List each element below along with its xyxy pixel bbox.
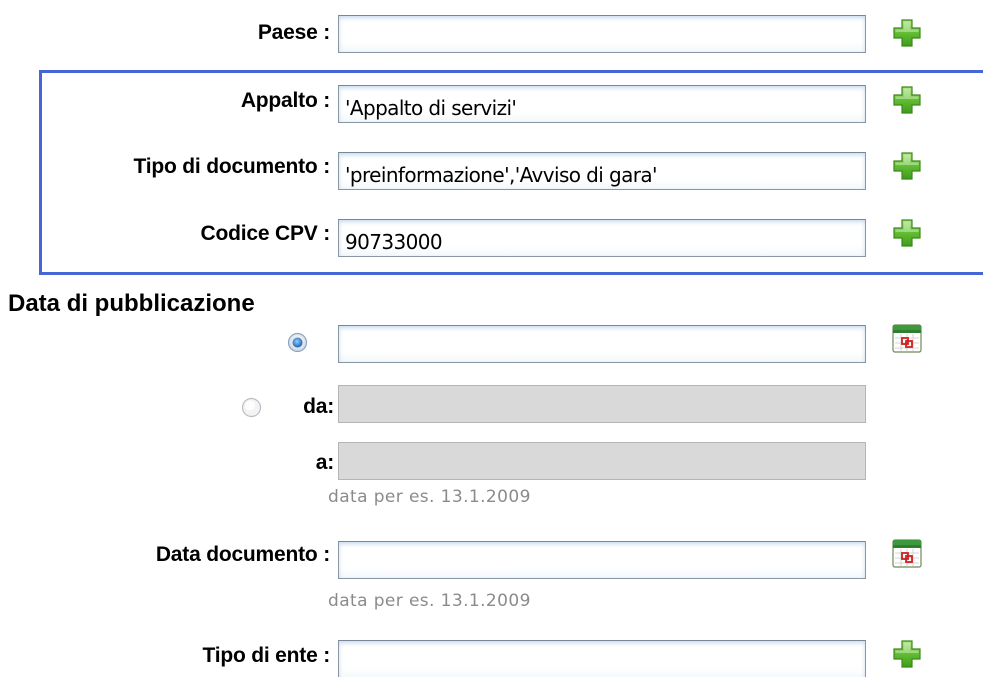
tipo-documento-input[interactable]: 'preinformazione','Avviso di gara' (338, 152, 866, 190)
tipo-ente-add-plus-icon[interactable] (891, 638, 923, 670)
pubblicazione-range-radio[interactable] (241, 397, 262, 418)
appalto-label: Appalto : (240, 89, 330, 112)
codice-cpv-input[interactable]: 90733000 (338, 219, 866, 257)
range-from-input[interactable] (338, 385, 866, 423)
range-from-label: da: (303, 395, 334, 418)
pubblicazione-date-input[interactable] (338, 325, 866, 363)
appalto-input[interactable]: 'Appalto di servizi' (338, 85, 866, 123)
paese-label: Paese : (257, 21, 330, 44)
tipo-documento-add-plus-icon[interactable] (891, 150, 923, 182)
data-documento-input[interactable] (338, 541, 866, 579)
paese-add-plus-icon[interactable] (891, 17, 923, 49)
tipo-ente-input[interactable] (338, 640, 866, 677)
pubblicazione-calendar-icon[interactable] (891, 322, 923, 354)
tipo-documento-label: Tipo di documento : (133, 155, 331, 178)
paese-input[interactable] (338, 15, 866, 53)
pubblicazione-date-hint: data per es. 13.1.2009 (328, 487, 531, 507)
data-documento-hint: data per es. 13.1.2009 (328, 591, 531, 611)
range-to-label: a: (315, 451, 334, 474)
appalto-add-plus-icon[interactable] (891, 84, 923, 116)
data-pubblicazione-heading: Data di pubblicazione (8, 290, 255, 317)
data-documento-label: Data documento : (155, 543, 330, 566)
tipo-ente-label: Tipo di ente : (202, 644, 331, 667)
pubblicazione-single-date-radio[interactable] (287, 332, 308, 353)
codice-cpv-add-plus-icon[interactable] (891, 217, 923, 249)
codice-cpv-label: Codice CPV : (200, 222, 331, 245)
data-documento-calendar-icon[interactable] (891, 537, 923, 569)
range-to-input[interactable] (338, 442, 866, 480)
